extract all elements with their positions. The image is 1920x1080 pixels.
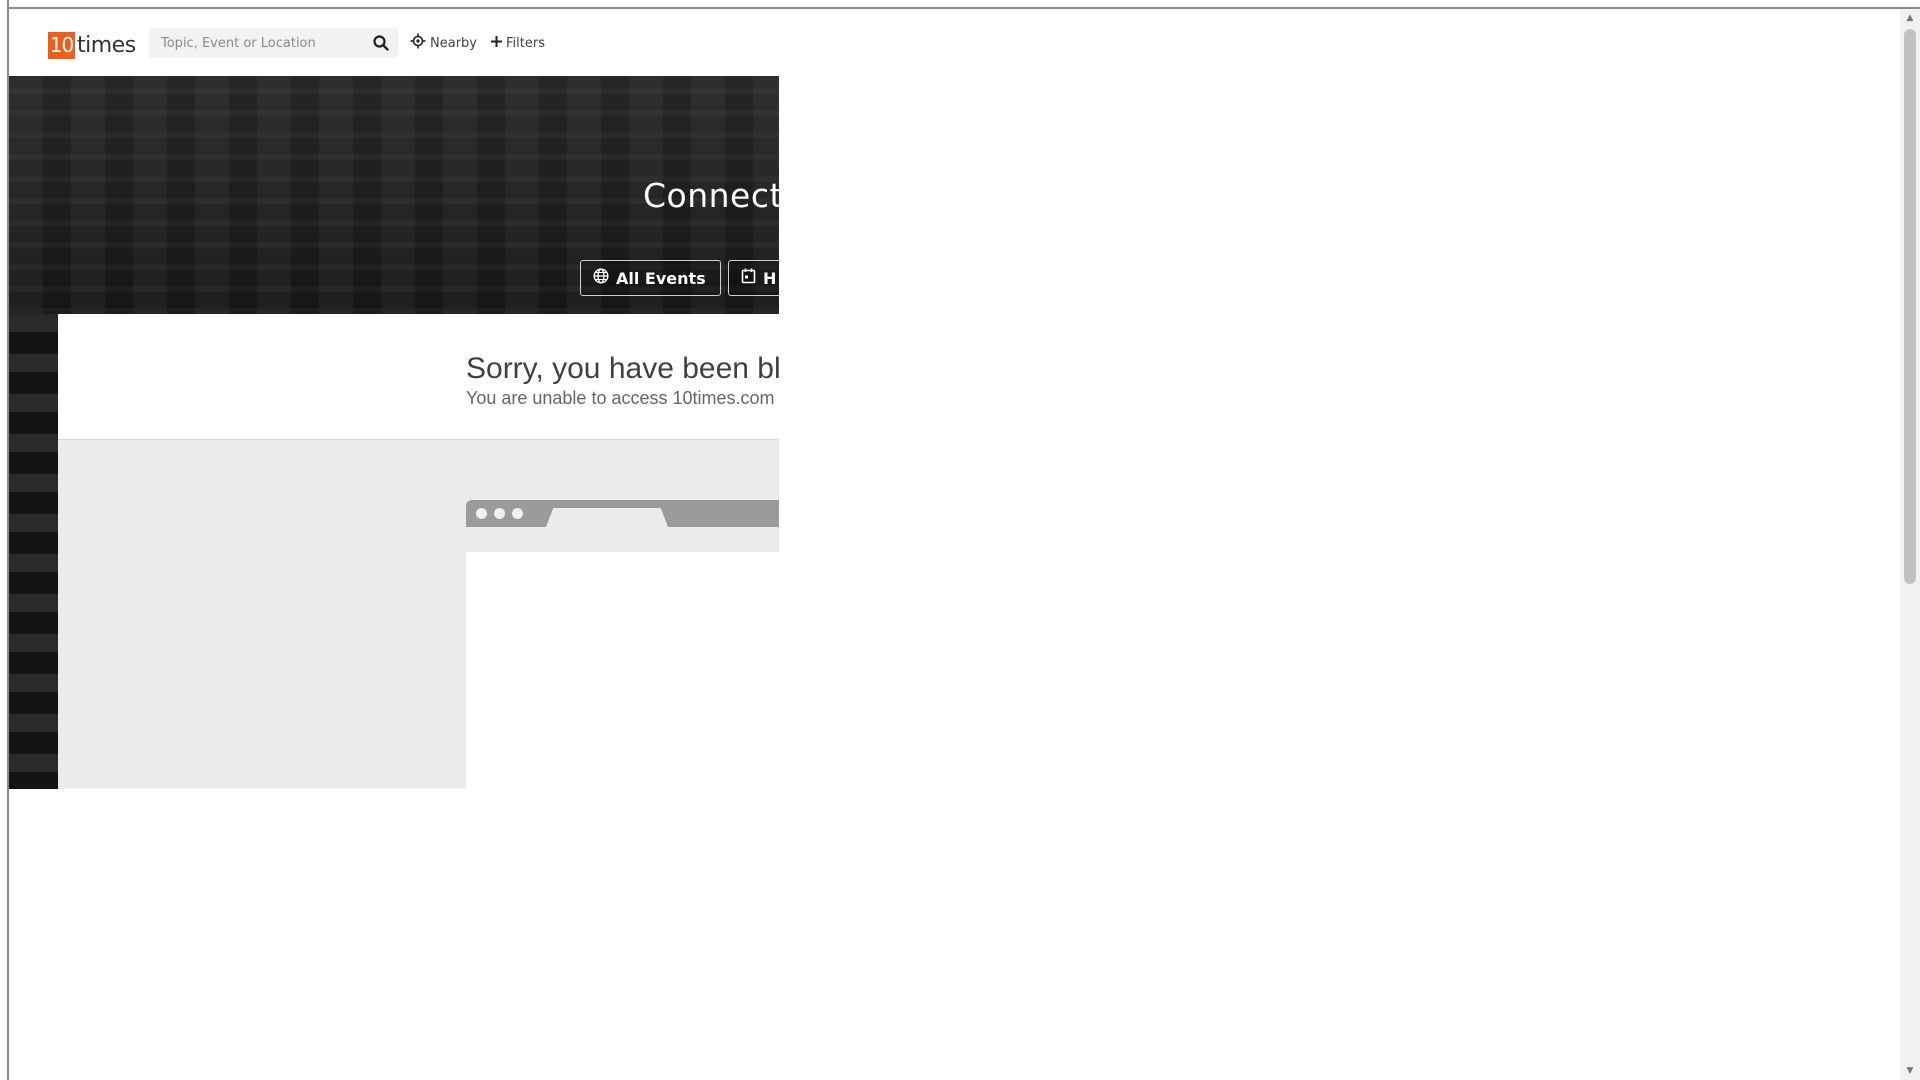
search-bar: [149, 28, 398, 58]
plus-icon: [490, 35, 506, 52]
window-left-border: [0, 0, 9, 1080]
globe-icon: [593, 268, 616, 288]
scrollbar-thumb[interactable]: [1904, 29, 1916, 584]
hero-secondary-label: H: [763, 268, 777, 288]
search-input[interactable]: [149, 28, 359, 58]
browser-tab-shape: [546, 508, 668, 527]
vertical-scrollbar[interactable]: ▲ ▼: [1900, 9, 1920, 1080]
scroll-down-arrow-icon[interactable]: ▼: [1904, 1065, 1916, 1077]
search-icon[interactable]: [372, 34, 390, 52]
blocked-notice-panel: Sorry, you have been blo You are unable …: [58, 314, 779, 789]
browser-dot-icon: [512, 508, 523, 519]
all-events-label: All Events: [616, 268, 706, 288]
browser-dot-icon: [494, 508, 505, 519]
filters-label: Filters: [506, 35, 545, 51]
browser-dot-icon: [476, 508, 487, 519]
site-logo[interactable]: 10 times: [48, 29, 136, 61]
browser-illustration-toolbar: [466, 500, 779, 527]
scroll-up-arrow-icon[interactable]: ▲: [1904, 12, 1916, 24]
location-target-icon: [410, 33, 430, 53]
blocked-notice-header: Sorry, you have been blo You are unable …: [58, 314, 779, 440]
blocked-subtitle: You are unable to access 10times.com: [466, 388, 775, 408]
filters-button[interactable]: Filters: [490, 33, 545, 53]
hero-background-strip: [9, 314, 58, 789]
window-top-border: [0, 0, 1920, 9]
browser-illustration: [466, 500, 779, 789]
hero-banner: Connect All Events H Sorry, you have bee…: [9, 76, 779, 789]
all-events-button[interactable]: All Events: [580, 260, 721, 296]
logo-number: 10: [48, 31, 75, 59]
blocked-title: Sorry, you have been blo: [466, 352, 779, 385]
browser-illustration-body: [466, 552, 779, 789]
calendar-icon: [741, 268, 763, 288]
hero-title: Connect: [643, 176, 779, 215]
hero-secondary-button[interactable]: H: [728, 260, 779, 296]
nearby-label: Nearby: [430, 35, 477, 51]
nearby-button[interactable]: Nearby: [410, 33, 477, 53]
site-header: 10 times Nearby Filters: [9, 9, 1900, 76]
logo-text: times: [77, 32, 136, 58]
